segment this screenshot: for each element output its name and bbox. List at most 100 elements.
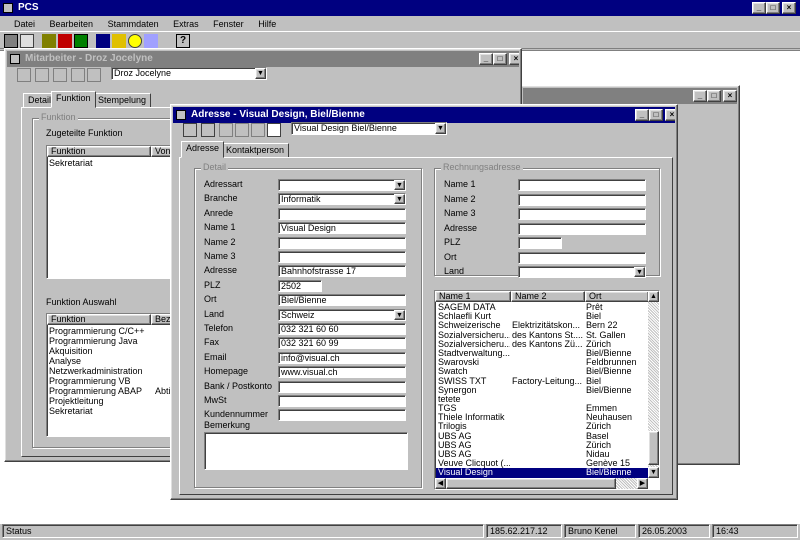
field-ort[interactable]: Biel/Bienne: [278, 294, 406, 307]
address-list-row[interactable]: Visual Design Biel/Bienne: [436, 468, 648, 478]
employee-print-icon[interactable]: [87, 68, 101, 82]
minimize-button[interactable]: _: [752, 2, 766, 14]
billing-field-ort[interactable]: [518, 251, 646, 264]
field-name-3[interactable]: [278, 251, 406, 263]
list-hscroll-thumb[interactable]: [446, 478, 616, 489]
address-list-row[interactable]: Swarovski Feldbrunnen: [436, 358, 648, 367]
selection-header-funktion[interactable]: Funktion: [47, 314, 151, 325]
toolbar-chart-icon[interactable]: [74, 34, 88, 48]
list-scroll-left-button[interactable]: ◀: [435, 478, 446, 489]
address-list-row[interactable]: tetete: [436, 395, 648, 404]
list-scroll-thumb[interactable]: [648, 431, 659, 465]
address-list-row[interactable]: UBS AG Basel: [436, 432, 648, 441]
address-list-row[interactable]: Synergon Biel/Bienne: [436, 386, 648, 395]
employee-combo-arrow-icon[interactable]: ▼: [255, 68, 266, 79]
menu-hilfe[interactable]: Hilfe: [258, 19, 276, 29]
address-list-row[interactable]: TGS Emmen: [436, 404, 648, 413]
address-list-row[interactable]: Sozialversicheru... des Kantons St.... St.…: [436, 331, 648, 340]
field-branche-arrow-icon[interactable]: ▼: [394, 194, 405, 205]
field-bank-postkonto[interactable]: [278, 380, 406, 393]
address-list[interactable]: Name 1 Name 2 Ort SAGEM DATA Prêt Schlaefl…: [434, 290, 660, 490]
list-header-name2[interactable]: Name 2: [511, 291, 585, 302]
billing-field-name-3[interactable]: [518, 208, 646, 220]
billing-field-adresse[interactable]: [518, 222, 646, 235]
field-name-2[interactable]: [278, 236, 406, 249]
address-contacts-icon[interactable]: [267, 123, 281, 137]
address-list-row[interactable]: Schweizerische Elektrizitätskon... Bern 22: [436, 321, 648, 330]
background-max-button[interactable]: □: [707, 90, 721, 102]
field-adressart-arrow-icon[interactable]: ▼: [394, 180, 405, 190]
billing-field-name-2[interactable]: [518, 193, 646, 206]
toolbar-help-icon[interactable]: ?: [176, 34, 190, 48]
list-scroll-up-button[interactable]: ▲: [648, 291, 659, 302]
address-tab-kontaktperson[interactable]: Kontaktperson: [221, 143, 290, 158]
field-adressart[interactable]: ▼: [278, 179, 406, 191]
address-combo[interactable]: Visual Design Biel/Bienne ▼: [291, 122, 447, 135]
employee-combo[interactable]: Droz Jocelyne ▼: [111, 67, 267, 80]
field-land-arrow-icon[interactable]: ▼: [394, 309, 405, 320]
list-scroll-right-button[interactable]: ▶: [637, 478, 648, 489]
toolbar-addresses-icon[interactable]: [4, 34, 18, 48]
toolbar-tools-icon[interactable]: [20, 34, 34, 48]
field-email[interactable]: info@visual.ch: [278, 351, 406, 364]
address-delete-icon[interactable]: [219, 123, 233, 137]
field-plz[interactable]: 2502: [278, 279, 322, 292]
menu-extras[interactable]: Extras: [173, 19, 199, 29]
address-list-row[interactable]: Trilogis Zürich: [436, 422, 648, 431]
field-fax[interactable]: 032 321 60 99: [278, 337, 406, 350]
employee-max-button[interactable]: □: [493, 53, 507, 65]
toolbar-stamp-icon[interactable]: [58, 34, 72, 48]
address-list-row[interactable]: Swatch Biel/Bienne: [436, 367, 648, 376]
field-name-1[interactable]: Visual Design: [278, 222, 406, 235]
address-max-button[interactable]: □: [649, 109, 663, 121]
list-header-name1[interactable]: Name 1: [435, 291, 511, 302]
employee-save-icon[interactable]: [71, 68, 85, 82]
close-button[interactable]: ×: [782, 2, 796, 14]
employee-tab-funktion[interactable]: Funktion: [51, 91, 96, 108]
address-list-row[interactable]: Thiele Informatik Neuhausen: [436, 413, 648, 422]
field-telefon[interactable]: 032 321 60 60: [278, 323, 406, 335]
toolbar-people-icon[interactable]: [42, 34, 56, 48]
employee-close-button[interactable]: ×: [509, 53, 519, 65]
employee-tab-stempelung[interactable]: Stempelung: [93, 93, 152, 108]
background-close-button[interactable]: ×: [723, 90, 737, 102]
assigned-header-funktion[interactable]: Funktion: [47, 146, 151, 157]
address-save-icon[interactable]: [235, 123, 249, 137]
employee-delete-icon[interactable]: [53, 68, 67, 82]
maximize-button[interactable]: □: [766, 2, 780, 14]
employee-new-icon[interactable]: [17, 68, 31, 82]
menu-datei[interactable]: Datei: [14, 19, 35, 29]
billing-field-land-arrow-icon[interactable]: ▼: [634, 267, 645, 277]
address-list-row[interactable]: SAGEM DATA Prêt: [436, 303, 648, 312]
field-mwst[interactable]: [278, 395, 406, 407]
address-combo-arrow-icon[interactable]: ▼: [435, 123, 446, 134]
address-list-row[interactable]: UBS AG Zürich: [436, 441, 648, 450]
menu-bearbeiten[interactable]: Bearbeiten: [50, 19, 94, 29]
list-header-ort[interactable]: Ort: [585, 291, 649, 302]
remark-textarea[interactable]: [204, 432, 408, 470]
address-list-row[interactable]: Veuve Clicquot (... Genève 15: [436, 459, 648, 468]
field-adresse[interactable]: Bahnhofstrasse 17: [278, 265, 406, 278]
list-scroll-down-button[interactable]: ▼: [648, 467, 659, 478]
address-edit-icon[interactable]: [201, 123, 215, 137]
menu-stammdaten[interactable]: Stammdaten: [108, 19, 159, 29]
menu-fenster[interactable]: Fenster: [213, 19, 244, 29]
background-min-button[interactable]: _: [693, 90, 707, 102]
toolbar-group-icon[interactable]: [96, 34, 110, 48]
address-list-row[interactable]: Sozialversicheru... des Kantons Zü... Züri…: [436, 340, 648, 349]
address-close-button[interactable]: ×: [665, 109, 675, 121]
field-kundennummer[interactable]: [278, 409, 406, 422]
address-print-icon[interactable]: [251, 123, 265, 137]
address-list-row[interactable]: Schlaefli Kurt Biel: [436, 312, 648, 321]
address-tab-adresse[interactable]: Adresse: [181, 141, 225, 158]
address-list-row[interactable]: SWISS TXT Factory-Leitung... Biel: [436, 377, 648, 386]
field-land[interactable]: Schweiz ▼: [278, 308, 406, 321]
toolbar-wizard-icon[interactable]: [144, 34, 158, 48]
address-list-row[interactable]: Stadtverwaltung... Biel/Bienne: [436, 349, 648, 358]
billing-field-land[interactable]: ▼: [518, 266, 646, 278]
field-homepage[interactable]: www.visual.ch: [278, 366, 406, 379]
field-branche[interactable]: Informatik ▼: [278, 193, 406, 206]
billing-field-plz[interactable]: [518, 237, 562, 249]
field-anrede[interactable]: [278, 207, 406, 220]
address-new-icon[interactable]: [183, 123, 197, 137]
